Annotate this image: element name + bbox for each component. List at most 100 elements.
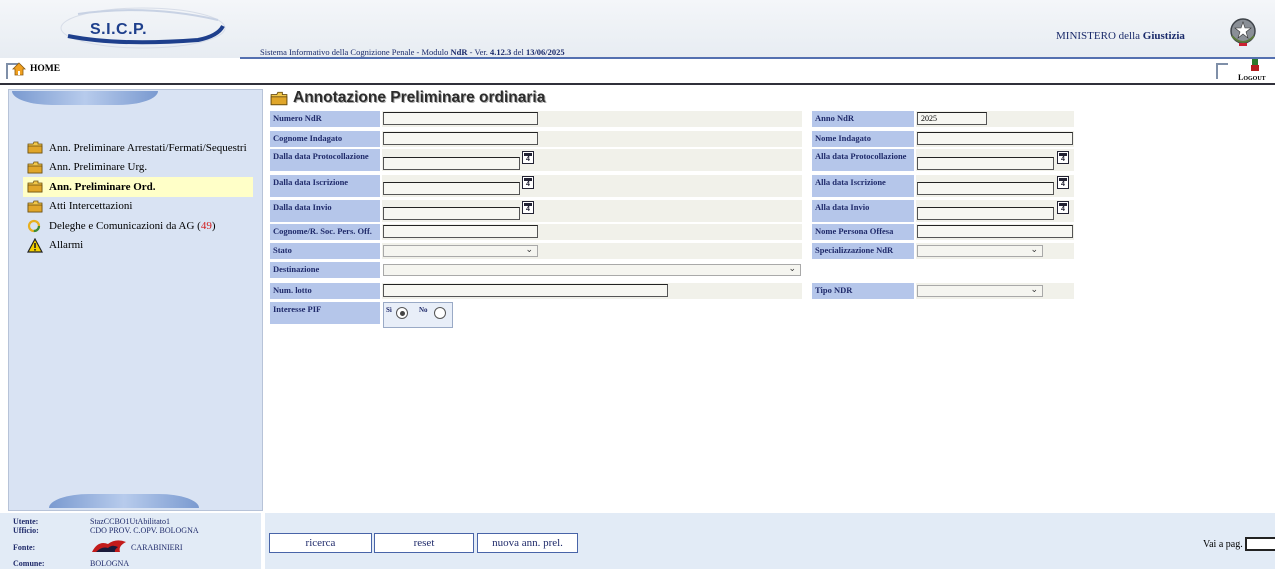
cognome-indagato-label: Cognome Indagato <box>270 131 380 147</box>
nome-indagato-label: Nome Indagato <box>812 131 914 147</box>
sidebar-item-allarmi[interactable]: Allarmi <box>23 236 263 256</box>
utente-label: Utente: <box>13 517 39 526</box>
user-info-panel: Utente: StazCCBO1UtAbilitato1 Ufficio: C… <box>0 513 263 569</box>
alla-data-iscrizione-input[interactable] <box>917 182 1054 195</box>
sidebar-item-label: Ann. Preliminare Ord. <box>49 180 156 193</box>
specializzazione-label: Specializzazione NdR <box>812 243 914 259</box>
dalla-data-invio-input[interactable] <box>383 207 520 220</box>
comune-label: Comune: <box>13 559 45 568</box>
ufficio-label: Ufficio: <box>13 526 39 535</box>
calendar-icon[interactable]: 4 <box>522 151 534 164</box>
destinazione-label: Destinazione <box>270 262 380 278</box>
deleghe-count: 49 <box>200 219 212 232</box>
sidebar-item-label: Ann. Preliminare Arrestati/Fermati/Seque… <box>49 141 247 154</box>
alla-data-invio-input[interactable] <box>917 207 1054 220</box>
logo-text: S.I.C.P. <box>90 21 148 38</box>
goto-page-input[interactable] <box>1245 537 1275 551</box>
sidebar-item-atti-intercettazioni[interactable]: Atti Intercettazioni <box>23 197 263 217</box>
specializzazione-select[interactable]: ⌄ <box>917 244 1043 257</box>
fonte-label: Fonte: <box>13 543 36 552</box>
folder-icon <box>27 200 49 213</box>
chevron-down-icon: ⌄ <box>525 244 533 254</box>
interesse-pif-group: Sì No <box>383 302 453 328</box>
carabinieri-flame-icon <box>92 540 126 552</box>
anno-ndr-input[interactable] <box>917 112 987 125</box>
chevron-down-icon: ⌄ <box>1030 284 1038 294</box>
numero-ndr-label: Numero NdR <box>270 111 380 127</box>
dalla-data-protocollazione-input[interactable] <box>383 157 520 170</box>
cognome-persona-offesa-input[interactable] <box>383 225 538 238</box>
sidebar-item-ann-preliminare-arrestati[interactable]: Ann. Preliminare Arrestati/Fermati/Seque… <box>23 138 263 158</box>
chevron-down-icon: ⌄ <box>788 263 796 273</box>
pif-yes-radio[interactable] <box>396 307 408 319</box>
cognome-indagato-input[interactable] <box>383 132 538 145</box>
anno-ndr-label: Anno NdR <box>812 111 914 127</box>
logout-label: Logout <box>1238 73 1266 82</box>
alla-data-iscrizione-label: Alla data Iscrizione <box>812 175 914 197</box>
goto-page-label: Vai a pag. <box>1203 539 1243 550</box>
nome-persona-offesa-label: Nome Persona Offesa <box>812 224 914 240</box>
home-label: HOME <box>30 64 61 74</box>
interesse-pif-label: Interesse PIF <box>270 302 380 324</box>
search-form: Annotazione Preliminare ordinaria Numero… <box>266 89 1275 511</box>
nome-persona-offesa-input[interactable] <box>917 225 1073 238</box>
sidebar-menu: Ann. Preliminare Arrestati/Fermati/Seque… <box>23 138 263 255</box>
folder-icon <box>27 180 49 193</box>
republic-emblem-icon <box>1230 18 1256 46</box>
reset-button[interactable]: reset <box>374 533 474 553</box>
dalla-data-protocollazione-label: Dalla data Protocollazione <box>270 149 380 171</box>
numero-ndr-input[interactable] <box>383 112 538 125</box>
sidebar-top-decoration <box>12 91 158 105</box>
comune-value: BOLOGNA <box>90 559 130 568</box>
utente-value: StazCCBO1UtAbilitato1 <box>90 517 170 526</box>
tipo-ndr-select[interactable]: ⌄ <box>917 284 1043 297</box>
header: S.I.C.P. Sistema Informativo della Cogni… <box>0 0 1275 59</box>
page-title-text: Annotazione Preliminare ordinaria <box>293 89 546 106</box>
folder-icon <box>27 141 49 154</box>
dalla-data-iscrizione-label: Dalla data Iscrizione <box>270 175 380 197</box>
home-icon <box>12 62 26 76</box>
nome-indagato-input[interactable] <box>917 132 1073 145</box>
pif-no-radio[interactable] <box>434 307 446 319</box>
fonte-value: CARABINIERI <box>131 543 183 552</box>
dalla-data-invio-label: Dalla data Invio <box>270 200 380 222</box>
alla-data-invio-label: Alla data Invio <box>812 200 914 222</box>
calendar-icon[interactable]: 4 <box>522 176 534 189</box>
sidebar-item-label: Ann. Preliminare Urg. <box>49 161 148 174</box>
dalla-data-iscrizione-input[interactable] <box>383 182 520 195</box>
sidebar-item-label: Allarmi <box>49 239 84 252</box>
cognome-persona-offesa-label: Cognome/R. Soc. Pers. Off. <box>270 224 380 240</box>
alla-data-protocollazione-label: Alla data Protocollazione <box>812 149 914 171</box>
sidebar-item-label: Atti Intercettazioni <box>49 200 133 213</box>
app-window: S.I.C.P. Sistema Informativo della Cogni… <box>0 0 1275 569</box>
system-info: Sistema Informativo della Cognizione Pen… <box>260 47 565 57</box>
ministry-label: MINISTERO della Giustizia <box>1056 30 1185 42</box>
pif-yes-label: Sì <box>386 306 392 314</box>
logout-icon <box>1251 59 1259 71</box>
home-link[interactable]: HOME <box>12 62 60 76</box>
calendar-icon[interactable]: 4 <box>1057 176 1069 189</box>
sidebar-item-ann-preliminare-ord[interactable]: Ann. Preliminare Ord. <box>23 177 253 197</box>
refresh-icon <box>27 219 49 233</box>
logout-button[interactable]: Logout <box>1216 59 1272 84</box>
calendar-icon[interactable]: 4 <box>522 201 534 214</box>
sidebar: Ann. Preliminare Arrestati/Fermati/Seque… <box>8 89 263 511</box>
num-lotto-label: Num. lotto <box>270 283 380 299</box>
folder-icon <box>270 91 288 105</box>
num-lotto-input[interactable] <box>383 284 668 297</box>
alla-data-protocollazione-input[interactable] <box>917 157 1054 170</box>
chevron-down-icon: ⌄ <box>1030 244 1038 254</box>
tipo-ndr-label: Tipo NDR <box>812 283 914 299</box>
sidebar-item-label: Deleghe e Comunicazioni da AG (49) <box>49 219 216 232</box>
sidebar-item-deleghe[interactable]: Deleghe e Comunicazioni da AG (49) <box>23 216 263 236</box>
nuova-ann-prel-button[interactable]: nuova ann. prel. <box>477 533 578 553</box>
pif-no-label: No <box>419 306 428 314</box>
calendar-icon[interactable]: 4 <box>1057 201 1069 214</box>
ricerca-button[interactable]: ricerca <box>269 533 372 553</box>
warning-icon <box>27 237 49 253</box>
folder-icon <box>27 161 49 174</box>
calendar-icon[interactable]: 4 <box>1057 151 1069 164</box>
sidebar-item-ann-preliminare-urg[interactable]: Ann. Preliminare Urg. <box>23 158 263 178</box>
destinazione-select[interactable]: ⌄ <box>383 263 801 276</box>
stato-select[interactable]: ⌄ <box>383 244 538 257</box>
